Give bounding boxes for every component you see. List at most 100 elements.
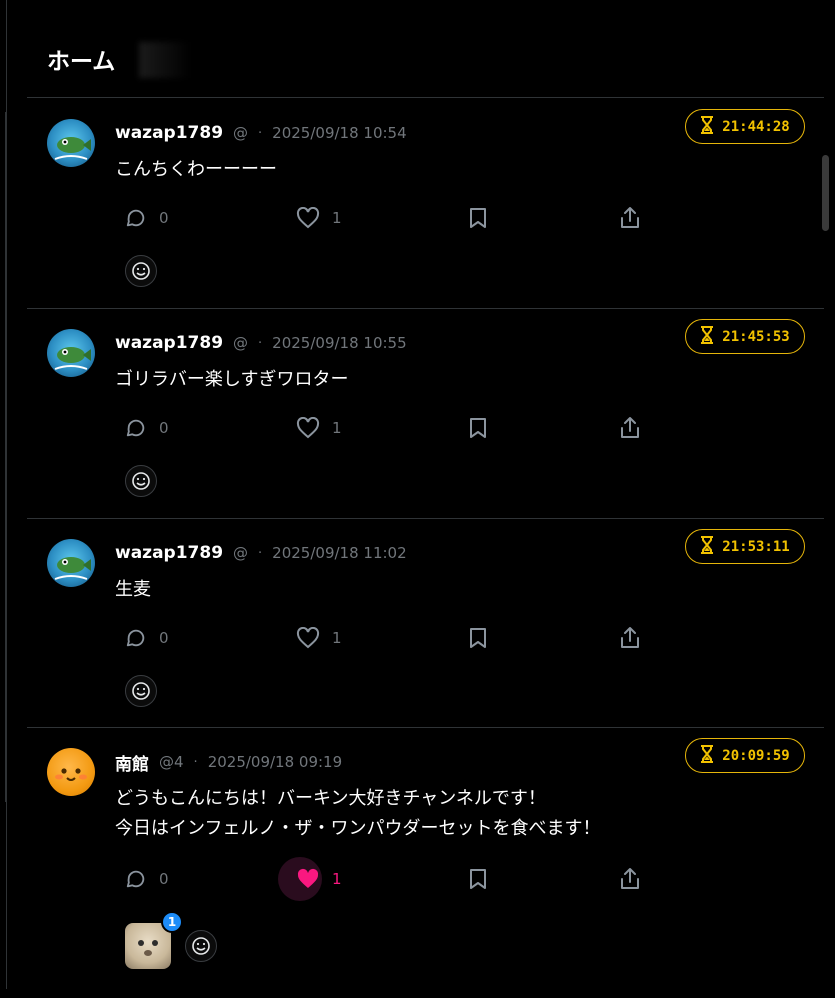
countdown-timer: 21:44:28 [685,109,805,144]
share-button[interactable] [619,618,641,658]
separator-dot: · [193,754,198,770]
post[interactable]: wazap1789 @ · 2025/09/18 10:55 21:45:53 … [27,309,824,519]
username[interactable]: wazap1789 [115,333,223,353]
countdown-timer: 20:09:59 [685,738,805,773]
heart-icon [296,627,320,649]
hourglass-icon [700,115,714,138]
timer-value: 20:09:59 [722,747,790,764]
reply-icon [126,419,145,437]
smiley-icon [132,262,150,280]
add-reaction-button[interactable] [185,930,217,962]
post-actions: 0 1 [115,618,675,658]
timer-value: 21:44:28 [722,118,790,135]
like-count: 1 [332,629,342,647]
reply-count: 0 [159,870,169,888]
like-count: 1 [332,870,342,888]
reaction-row [125,675,157,707]
reply-icon [126,870,145,888]
share-button[interactable] [619,408,641,448]
timer-value: 21:45:53 [722,328,790,345]
username[interactable]: wazap1789 [115,123,223,143]
timer-value: 21:53:11 [722,538,790,555]
separator-dot: · [258,545,263,561]
add-reaction-button[interactable] [125,255,157,287]
post-date[interactable]: 2025/09/18 09:19 [208,753,342,771]
smiley-icon [132,472,150,490]
reaction-sticker[interactable]: 1 [125,911,183,969]
post-text: ゴリラバー楽しすぎワロター [115,365,348,395]
heart-filled-icon [297,868,319,888]
add-reaction-button[interactable] [125,675,157,707]
bookmark-icon [470,869,486,889]
reply-icon [126,209,145,227]
like-button[interactable]: 1 [296,859,342,899]
bookmark-icon [470,208,486,228]
post-text: 生麦 [115,575,151,605]
username[interactable]: wazap1789 [115,543,223,563]
bookmark-icon [470,628,486,648]
like-button[interactable]: 1 [296,408,342,448]
post-header: 南館 @4 · 2025/09/18 09:19 [115,750,342,775]
page-title: ホーム [47,49,116,75]
post-text: こんちくわーーーー [115,155,277,185]
share-icon [621,207,639,228]
like-button[interactable]: 1 [296,198,342,238]
share-icon [621,868,639,889]
post-text-line: 生麦 [115,579,151,600]
post[interactable]: wazap1789 @ · 2025/09/18 10:54 21:44:28 … [27,99,824,309]
reply-button[interactable]: 0 [125,408,169,448]
reaction-row [125,255,157,287]
post-date[interactable]: 2025/09/18 10:55 [272,334,406,352]
timeline-header: ホーム [27,0,824,98]
post-date[interactable]: 2025/09/18 10:54 [272,124,406,142]
share-button[interactable] [619,859,641,899]
like-count: 1 [332,419,342,437]
share-icon [621,417,639,438]
avatar[interactable] [47,329,95,377]
post-header: wazap1789 @ · 2025/09/18 10:55 [115,331,407,355]
hourglass-icon [700,535,714,558]
post-header: wazap1789 @ · 2025/09/18 11:02 [115,541,407,565]
post-text-line: こんちくわーーーー [115,159,277,180]
like-count: 1 [332,209,342,227]
avatar[interactable] [47,539,95,587]
reaction-row [125,465,157,497]
handle: @4 [159,753,184,771]
bookmark-icon [470,418,486,438]
like-button[interactable]: 1 [296,618,342,658]
add-reaction-button[interactable] [125,465,157,497]
post-text-line: どうもこんにちは！バーキン大好きチャンネルです！ [115,788,546,809]
post-date[interactable]: 2025/09/18 11:02 [272,544,406,562]
bookmark-button[interactable] [469,618,487,658]
post-actions: 0 1 [115,198,675,238]
avatar[interactable] [47,119,95,167]
reply-button[interactable]: 0 [125,859,169,899]
bookmark-button[interactable] [469,408,487,448]
reply-icon [126,629,145,647]
bookmark-button[interactable] [469,859,487,899]
separator-dot: · [258,335,263,351]
share-button[interactable] [619,198,641,238]
reaction-count-badge: 1 [161,911,183,933]
post-actions: 0 1 [115,408,675,448]
avatar[interactable] [47,748,95,796]
handle: @ [233,124,249,142]
smiley-icon [132,682,150,700]
post-list: wazap1789 @ · 2025/09/18 10:54 21:44:28 … [27,99,824,998]
reply-count: 0 [159,419,169,437]
heart-icon [296,417,320,439]
reply-button[interactable]: 0 [125,618,169,658]
share-icon [621,627,639,648]
reply-button[interactable]: 0 [125,198,169,238]
post[interactable]: 南館 @4 · 2025/09/18 09:19 20:09:59 どうもこんに… [27,728,824,998]
username[interactable]: 南館 [115,750,149,775]
bookmark-button[interactable] [469,198,487,238]
header-blur [139,42,191,78]
handle: @ [233,334,249,352]
post[interactable]: wazap1789 @ · 2025/09/18 11:02 21:53:11 … [27,519,824,728]
hourglass-icon [700,744,714,767]
smiley-icon [192,937,210,955]
countdown-timer: 21:45:53 [685,319,805,354]
post-text: どうもこんにちは！バーキン大好きチャンネルです！ 今日はインフェルノ・ザ・ワンパ… [115,784,600,844]
heart-icon [296,207,320,229]
